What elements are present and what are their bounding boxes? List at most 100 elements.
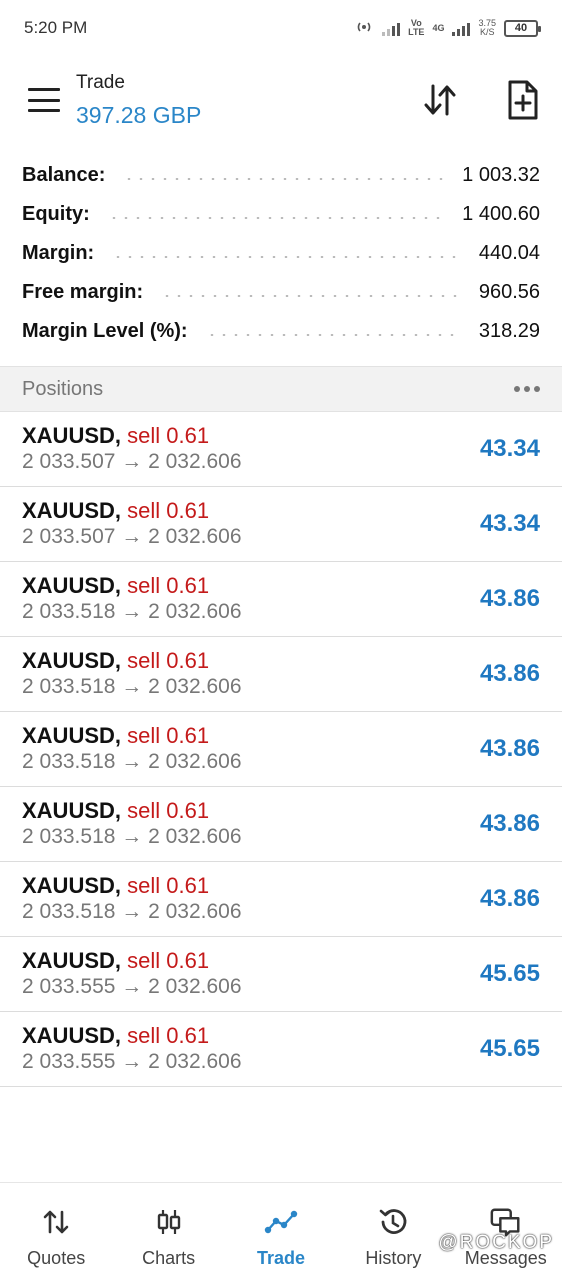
position-title: XAUUSD, sell 0.61 — [22, 423, 209, 449]
summary-value: 440.04 — [478, 242, 540, 264]
page-title: Trade — [76, 72, 125, 93]
position-prices: 2 033.518 → 2 032.606 — [22, 825, 242, 848]
summary-label: Equity: — [22, 203, 90, 225]
watermark-text: @ROCKOP — [438, 1232, 554, 1253]
bottom-nav: Quotes Charts Trade History Messages — [0, 1182, 562, 1280]
summary-row-equity: Equity: 1 400.60 — [0, 195, 562, 234]
hamburger-line — [28, 109, 60, 112]
hamburger-icon — [28, 88, 60, 91]
nav-label: History — [365, 1248, 422, 1268]
position-profit: 43.34 — [479, 510, 540, 537]
hamburger-line — [28, 98, 60, 102]
position-row[interactable]: XAUUSD, sell 0.61 2 033.518 → 2 032.606 … — [0, 637, 562, 712]
position-prices: 2 033.518 → 2 032.606 — [22, 675, 242, 698]
nav-label: Charts — [142, 1248, 196, 1268]
network-4g-label: 4G — [432, 22, 445, 33]
position-row[interactable]: XAUUSD, sell 0.61 2 033.507 → 2 032.606 … — [0, 412, 562, 487]
position-side: sell 0.61 — [127, 498, 210, 523]
position-side: sell 0.61 — [127, 723, 210, 748]
volte-label: Vo LTE — [408, 18, 425, 37]
position-side: sell 0.61 — [127, 648, 210, 673]
more-dots-icon[interactable] — [514, 380, 540, 398]
dotted-leader — [205, 333, 461, 336]
position-profit: 43.86 — [479, 810, 540, 837]
position-prices: 2 033.518 → 2 032.606 — [22, 900, 242, 923]
account-profit: 397.28 GBP — [76, 102, 202, 128]
positions-list: XAUUSD, sell 0.61 2 033.507 → 2 032.606 … — [0, 412, 562, 1087]
menu-button[interactable] — [28, 88, 60, 112]
sort-arrows-icon — [424, 84, 456, 116]
dotted-leader — [161, 294, 461, 297]
nav-label: Quotes — [27, 1248, 86, 1268]
position-symbol: XAUUSD, — [22, 948, 122, 973]
positions-title: Positions — [22, 377, 104, 400]
position-side: sell 0.61 — [127, 573, 210, 598]
position-prices: 2 033.518 → 2 032.606 — [22, 750, 242, 773]
nav-trade[interactable]: Trade — [225, 1183, 337, 1280]
summary-value: 960.56 — [478, 281, 540, 303]
position-title: XAUUSD, sell 0.61 — [22, 1023, 209, 1049]
position-symbol: XAUUSD, — [22, 1023, 122, 1048]
position-symbol: XAUUSD, — [22, 423, 122, 448]
summary-label: Balance: — [22, 164, 106, 186]
position-row[interactable]: XAUUSD, sell 0.61 2 033.518 → 2 032.606 … — [0, 862, 562, 937]
trade-line-icon — [264, 1205, 298, 1239]
status-icons: Vo LTE 4G 3.75 K/S 40 — [354, 18, 541, 37]
dotted-leader — [107, 216, 445, 219]
position-prices: 2 033.507 → 2 032.606 — [22, 450, 242, 473]
positions-header: Positions — [0, 366, 562, 412]
position-row[interactable]: XAUUSD, sell 0.61 2 033.518 → 2 032.606 … — [0, 787, 562, 862]
dotted-leader — [112, 255, 461, 258]
summary-row-balance: Balance: 1 003.32 — [0, 156, 562, 195]
position-side: sell 0.61 — [127, 948, 210, 973]
position-prices: 2 033.507 → 2 032.606 — [22, 525, 242, 548]
position-profit: 43.34 — [479, 435, 540, 462]
summary-value: 318.29 — [478, 320, 540, 342]
position-title: XAUUSD, sell 0.61 — [22, 723, 209, 749]
network-speed: 3.75 K/S — [478, 18, 496, 37]
position-symbol: XAUUSD, — [22, 873, 122, 898]
position-title: XAUUSD, sell 0.61 — [22, 948, 209, 974]
candlestick-icon — [152, 1205, 186, 1239]
summary-row-margin-level: Margin Level (%): 318.29 — [0, 312, 562, 351]
position-row[interactable]: XAUUSD, sell 0.61 2 033.518 → 2 032.606 … — [0, 562, 562, 637]
summary-label: Margin Level (%): — [22, 320, 188, 342]
summary-label: Free margin: — [22, 281, 144, 303]
position-row[interactable]: XAUUSD, sell 0.61 2 033.507 → 2 032.606 … — [0, 487, 562, 562]
position-profit: 43.86 — [479, 735, 540, 762]
position-side: sell 0.61 — [127, 1023, 210, 1048]
status-time: 5:20 PM — [24, 18, 88, 37]
nav-quotes[interactable]: Quotes — [0, 1183, 112, 1280]
nav-charts[interactable]: Charts — [112, 1183, 224, 1280]
position-profit: 43.86 — [479, 660, 540, 687]
position-row[interactable]: XAUUSD, sell 0.61 2 033.518 → 2 032.606 … — [0, 712, 562, 787]
position-symbol: XAUUSD, — [22, 648, 122, 673]
account-summary: Balance: 1 003.32 Equity: 1 400.60 Margi… — [0, 156, 562, 351]
status-bar: 5:20 PM Vo LTE 4G 3.75 K/S 40 — [0, 0, 562, 56]
position-profit: 43.86 — [479, 885, 540, 912]
signal-icon-2 — [452, 20, 471, 36]
quotes-arrows-icon — [39, 1205, 73, 1239]
position-title: XAUUSD, sell 0.61 — [22, 873, 209, 899]
position-symbol: XAUUSD, — [22, 573, 122, 598]
position-side: sell 0.61 — [127, 798, 210, 823]
position-title: XAUUSD, sell 0.61 — [22, 648, 209, 674]
position-title: XAUUSD, sell 0.61 — [22, 573, 209, 599]
nav-history[interactable]: History — [337, 1183, 449, 1280]
history-clock-icon — [376, 1205, 410, 1239]
position-prices: 2 033.555 → 2 032.606 — [22, 975, 242, 998]
hotspot-icon — [354, 20, 374, 37]
summary-value: 1 400.60 — [462, 203, 540, 225]
position-side: sell 0.61 — [127, 423, 210, 448]
summary-label: Margin: — [22, 242, 95, 264]
dotted-leader — [123, 177, 445, 180]
new-order-button[interactable] — [502, 78, 542, 122]
position-prices: 2 033.555 → 2 032.606 — [22, 1050, 242, 1073]
position-symbol: XAUUSD, — [22, 723, 122, 748]
position-profit: 45.65 — [479, 1035, 540, 1062]
sort-button[interactable] — [420, 80, 460, 120]
position-symbol: XAUUSD, — [22, 798, 122, 823]
summary-row-margin: Margin: 440.04 — [0, 234, 562, 273]
position-row[interactable]: XAUUSD, sell 0.61 2 033.555 → 2 032.606 … — [0, 937, 562, 1012]
position-row[interactable]: XAUUSD, sell 0.61 2 033.555 → 2 032.606 … — [0, 1012, 562, 1087]
